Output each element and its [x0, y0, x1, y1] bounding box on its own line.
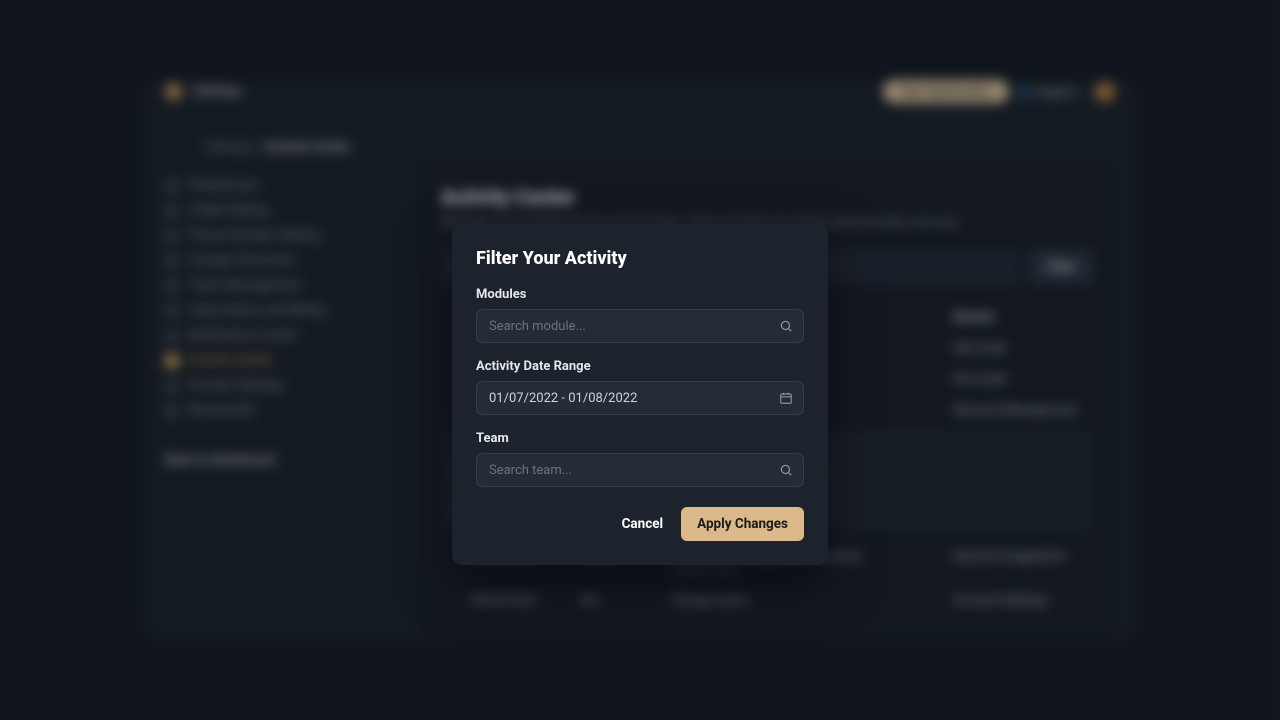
date-range-input[interactable] — [489, 391, 769, 406]
team-label: Team — [476, 431, 804, 446]
apply-changes-button[interactable]: Apply Changes — [681, 507, 804, 541]
calendar-icon — [779, 391, 793, 405]
modules-input-wrap[interactable] — [476, 309, 804, 343]
modal-scrim[interactable]: Filter Your Activity Modules Activity Da… — [0, 0, 1280, 720]
modules-label: Modules — [476, 287, 804, 302]
search-icon — [779, 319, 793, 333]
team-input[interactable] — [489, 463, 769, 478]
cancel-button[interactable]: Cancel — [618, 508, 668, 540]
modules-input[interactable] — [489, 319, 769, 334]
modal-title: Filter Your Activity — [476, 248, 804, 269]
team-input-wrap[interactable] — [476, 453, 804, 487]
date-range-label: Activity Date Range — [476, 359, 804, 374]
filter-modal: Filter Your Activity Modules Activity Da… — [452, 224, 828, 565]
date-range-input-wrap[interactable] — [476, 381, 804, 415]
search-icon — [779, 463, 793, 477]
